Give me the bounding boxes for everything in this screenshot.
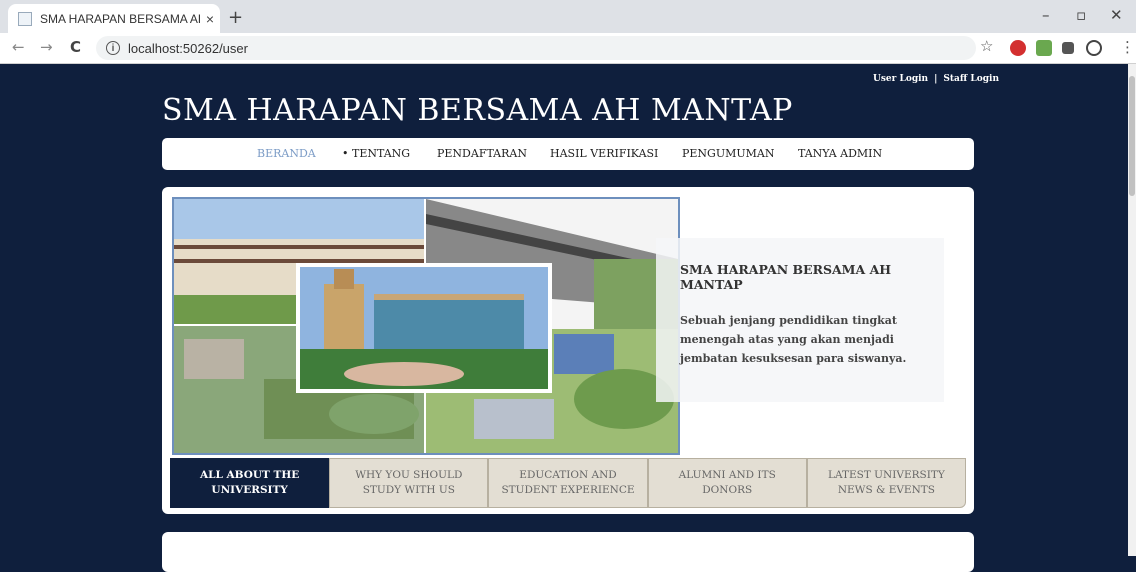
nav-hasil-verifikasi[interactable]: HASIL VERIFIKASI (550, 147, 658, 160)
site-info-icon[interactable]: i (106, 41, 120, 55)
url-text: localhost:50262/user (128, 40, 248, 56)
restore-button[interactable]: ▫ (1076, 6, 1086, 24)
forward-button[interactable]: → (40, 38, 53, 56)
site-title: SMA HARAPAN BERSAMA AH MANTAP (162, 93, 793, 128)
hero-description: Sebuah jenjang pendidikan tingkat meneng… (680, 314, 907, 365)
window-close-button[interactable]: ✕ (1110, 6, 1123, 24)
address-bar[interactable]: i localhost:50262/user (96, 36, 976, 60)
nav-beranda[interactable]: BERANDA (257, 147, 316, 160)
scrollbar-thumb[interactable] (1129, 76, 1135, 196)
tab-alumni-donors[interactable]: ALUMNI AND ITS DONORS (647, 458, 807, 508)
page-favicon-icon (18, 11, 32, 26)
info-tabs: ALL ABOUT THE UNIVERSITY WHY YOU SHOULD … (170, 458, 967, 508)
hero-title: SMA HARAPAN BERSAMA AH MANTAP (680, 262, 892, 292)
profile-avatar-icon[interactable] (1086, 40, 1102, 56)
staff-login-link[interactable]: Staff Login (943, 74, 999, 84)
tab-close-icon[interactable]: × (200, 11, 220, 27)
campus-photo-collage (172, 197, 680, 455)
tab-latest-news-events[interactable]: LATEST UNIVERSITY NEWS & EVENTS (806, 458, 967, 508)
nav-pendaftaran[interactable]: PENDAFTARAN (437, 147, 527, 160)
tab-all-about-university[interactable]: ALL ABOUT THE UNIVERSITY (170, 458, 330, 508)
scrollbar[interactable] (1128, 64, 1136, 556)
browser-tab-bar: SMA HARAPAN BERSAMA AH M × + – ▫ ✕ (0, 0, 1136, 33)
nav-tentang[interactable]: • TENTANG (342, 147, 410, 160)
nav-pengumuman[interactable]: PENGUMUMAN (682, 147, 774, 160)
minimize-button[interactable]: – (1042, 6, 1050, 24)
browser-toolbar: ← → C i localhost:50262/user ☆ ⋮ (0, 33, 1136, 64)
campus-collage-illustration (174, 199, 678, 453)
tab-education-student-experience[interactable]: EDUCATION AND STUDENT EXPERIENCE (488, 458, 648, 508)
bookmark-star-icon[interactable]: ☆ (980, 37, 993, 55)
menu-kebab-icon[interactable]: ⋮ (1120, 38, 1135, 56)
nav-tanya-admin[interactable]: TANYA ADMIN (798, 147, 882, 160)
browser-tab[interactable]: SMA HARAPAN BERSAMA AH M × (8, 4, 220, 33)
content-panel (162, 532, 974, 572)
auth-separator: | (934, 74, 938, 84)
extension-icon[interactable] (1036, 40, 1052, 56)
new-tab-button[interactable]: + (228, 7, 243, 28)
main-nav: BERANDA • TENTANG PENDAFTARAN HASIL VERI… (162, 138, 974, 170)
puzzle-extension-icon[interactable] (1062, 42, 1074, 54)
browser-tab-title: SMA HARAPAN BERSAMA AH M (40, 11, 200, 26)
auth-links: User Login | Staff Login (870, 74, 1002, 84)
tab-why-study-with-us[interactable]: WHY YOU SHOULD STUDY WITH US (329, 458, 489, 508)
reload-button[interactable]: C (70, 38, 81, 56)
adblock-extension-icon[interactable] (1010, 40, 1026, 56)
back-button[interactable]: ← (12, 38, 25, 56)
user-login-link[interactable]: User Login (873, 74, 928, 84)
